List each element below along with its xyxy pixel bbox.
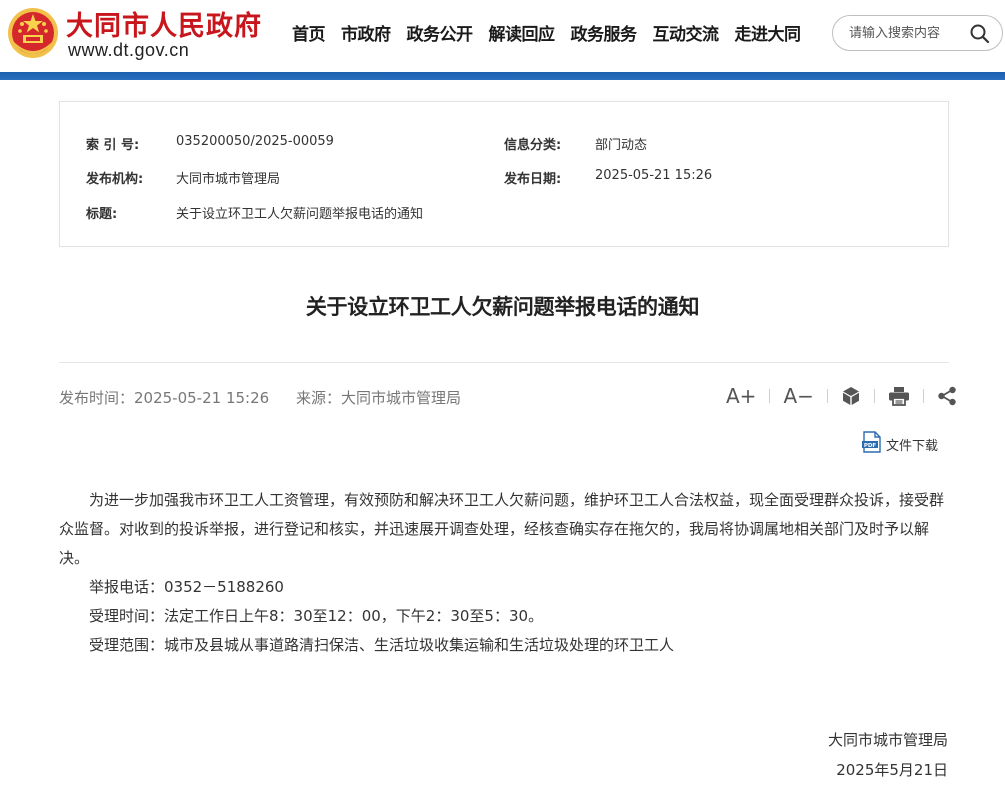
article-title: 关于设立环卫工人欠薪问题举报电话的通知 (305, 295, 700, 319)
publish-time: 发布时间：2025-05-21 15:26 (59, 389, 270, 407)
article-paragraph: 举报电话：0352－5188260 (89, 578, 284, 596)
title-divider (59, 362, 949, 363)
site-header: 大同市人民政府 www.dt.gov.cn 首页 市政府 政务公开 解读回应 政… (0, 0, 1005, 72)
publish-info: 发布时间：2025-05-21 15:26 来源：大同市城市管理局 (59, 387, 461, 408)
site-name[interactable]: 大同市人民政府 (66, 4, 262, 43)
font-smaller-button[interactable]: A− (783, 384, 813, 408)
publish-date-label: 发布日期: (504, 172, 562, 187)
publish-date-value: 2025-05-21 15:26 (595, 168, 713, 183)
article-paragraph: 受理时间：法定工作日上午8：30至12：00，下午2：30至5：30。 (89, 607, 544, 625)
signature-organization: 大同市城市管理局 (827, 731, 948, 749)
index-number-label: 索 引 号: (86, 138, 140, 153)
category-label: 信息分类: (504, 138, 562, 153)
nav-item-government-services[interactable]: 政务服务 (571, 20, 638, 45)
nav-item-government-affairs-public[interactable]: 政务公开 (407, 20, 474, 45)
publisher-label: 发布机构: (86, 172, 144, 187)
print-icon[interactable] (888, 386, 910, 406)
nav-item-about-datong[interactable]: 走进大同 (735, 20, 802, 45)
file-download-link[interactable]: PDF 文件下载 (862, 431, 939, 457)
search-input[interactable] (849, 24, 964, 43)
search-icon[interactable] (969, 23, 991, 45)
font-larger-button[interactable]: A+ (726, 384, 756, 408)
article-paragraph: 为进一步加强我市环卫工人工资管理，有效预防和解决环卫工人欠薪问题，维护环卫工人合… (59, 491, 945, 567)
publisher-value: 大同市城市管理局 (176, 172, 281, 187)
nav-item-interaction[interactable]: 互动交流 (653, 20, 720, 45)
share-icon[interactable] (937, 386, 957, 406)
article-paragraph: 受理范围：城市及县城从事道路清扫保洁、生活垃圾收集运输和生活垃圾处理的环卫工人 (89, 636, 675, 654)
site-url[interactable]: www.dt.gov.cn (68, 40, 189, 61)
tool-separator (769, 389, 771, 403)
title-label: 标题: (86, 207, 118, 222)
nav-item-city-government[interactable]: 市政府 (341, 20, 391, 45)
svg-text:PDF: PDF (864, 443, 877, 449)
nav-item-interpretation[interactable]: 解读回应 (489, 20, 556, 45)
main-nav: 首页 市政府 政务公开 解读回应 政务服务 互动交流 走进大同 (292, 20, 817, 45)
tool-separator (826, 389, 828, 403)
pdf-icon: PDF (862, 431, 882, 457)
search-box (832, 15, 1003, 51)
header-divider-bar (0, 72, 1005, 80)
index-number-value: 035200050/2025-00059 (176, 134, 334, 149)
title-value: 关于设立环卫工人欠薪问题举报电话的通知 (176, 207, 424, 222)
signature-date: 2025年5月21日 (836, 761, 948, 779)
document-meta-box: 索 引 号: 035200050/2025-00059 信息分类: 部门动态 发… (59, 101, 949, 247)
file-download-label: 文件下载 (886, 438, 939, 454)
article-content: 为进一步加强我市环卫工人工资管理，有效预防和解决环卫工人欠薪问题，维护环卫工人合… (59, 486, 949, 660)
nav-item-home[interactable]: 首页 (292, 20, 326, 45)
tool-separator (922, 389, 924, 403)
article-tools: A+ A− (726, 382, 957, 410)
source: 来源：大同市城市管理局 (295, 389, 461, 407)
category-value: 部门动态 (595, 138, 648, 153)
tool-separator (873, 389, 875, 403)
national-emblem-icon[interactable] (6, 6, 60, 60)
cube-icon[interactable] (841, 386, 861, 406)
